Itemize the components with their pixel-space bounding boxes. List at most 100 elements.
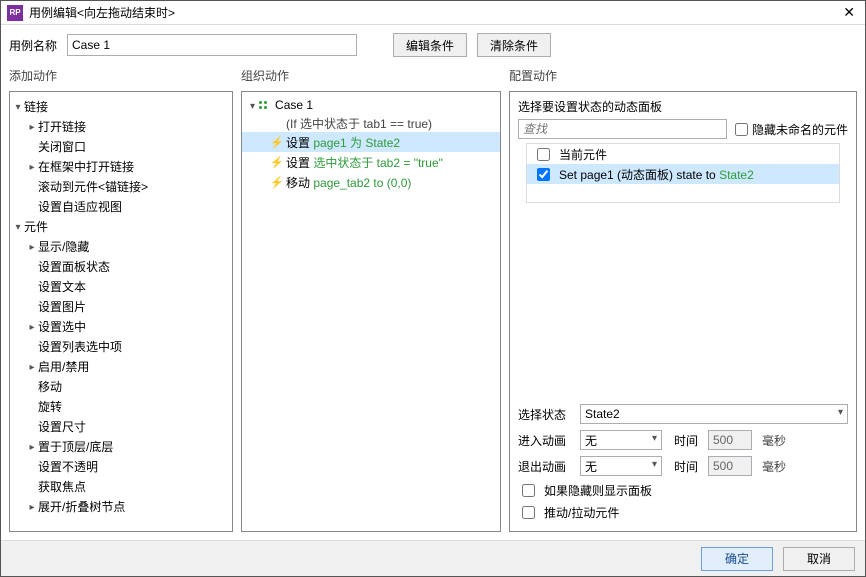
tree-item[interactable]: 设置不透明 — [12, 456, 230, 476]
hide-unnamed-checkbox[interactable]: 隐藏未命名的元件 — [735, 121, 848, 138]
tree-item-label: 置于顶层/底层 — [38, 438, 113, 455]
case-name: Case 1 — [275, 98, 313, 112]
tree-item[interactable]: 设置选中 — [12, 316, 230, 336]
tree-item-label: 打开链接 — [38, 118, 86, 135]
anim-in-time-input — [708, 430, 752, 450]
tree-item-label: 展开/折叠树节点 — [38, 498, 125, 515]
tree-item[interactable]: 展开/折叠树节点 — [12, 496, 230, 516]
tree-item[interactable]: 设置列表选中项 — [12, 336, 230, 356]
hide-unnamed-label: 隐藏未命名的元件 — [752, 121, 848, 138]
clear-conditions-button[interactable]: 清除条件 — [477, 33, 551, 57]
tree-item-label: 链接 — [24, 98, 48, 115]
anim-in-dropdown[interactable]: 无 — [580, 430, 662, 450]
ok-button[interactable]: 确定 — [701, 547, 773, 571]
case-icon — [259, 99, 271, 111]
caret-right-icon — [26, 239, 38, 253]
action-row[interactable]: 移动 page_tab2 to (0,0) — [242, 172, 500, 192]
cancel-button[interactable]: 取消 — [783, 547, 855, 571]
caret-right-icon — [26, 119, 38, 133]
tree-item-label: 设置选中 — [38, 318, 86, 335]
tree-item[interactable]: 设置面板状态 — [12, 256, 230, 276]
tree-item[interactable]: 启用/禁用 — [12, 356, 230, 376]
tree-item-label: 设置自适应视图 — [38, 198, 122, 215]
tree-item-label: 设置尺寸 — [38, 418, 86, 435]
select-state-label: 选择状态 — [518, 406, 570, 423]
anim-out-dropdown[interactable]: 无 — [580, 456, 662, 476]
time-label-in: 时间 — [672, 432, 698, 449]
tree-item[interactable]: 获取焦点 — [12, 476, 230, 496]
tree-item[interactable]: 链接 — [12, 96, 230, 116]
target-checkbox[interactable] — [537, 168, 550, 181]
tree-item[interactable]: 滚动到元件<锚链接> — [12, 176, 230, 196]
lightning-icon — [270, 135, 280, 149]
select-state-value: State2 — [585, 407, 620, 421]
tree-item-label: 获取焦点 — [38, 478, 86, 495]
case-name-row: 用例名称 编辑条件 清除条件 — [9, 33, 857, 57]
target-list[interactable]: 当前元件Set page1 (动态面板) state to State2 — [526, 143, 840, 203]
tree-item[interactable]: 关闭窗口 — [12, 136, 230, 156]
tree-item-label: 设置图片 — [38, 298, 86, 315]
action-text: 设置 选中状态于 tab2 = "true" — [286, 154, 443, 171]
push-pull-checkbox[interactable] — [522, 506, 535, 519]
tree-item[interactable]: 设置尺寸 — [12, 416, 230, 436]
tree-item-label: 设置不透明 — [38, 458, 98, 475]
tree-item[interactable]: 设置文本 — [12, 276, 230, 296]
case-actions-list: Case 1 (If 选中状态于 tab1 == true) 设置 page1 … — [242, 92, 500, 531]
search-input[interactable] — [518, 119, 727, 139]
tree-item[interactable]: 元件 — [12, 216, 230, 236]
add-actions-header: 添加动作 — [9, 67, 233, 87]
caret-down-icon — [12, 219, 24, 233]
close-icon[interactable]: ✕ — [839, 4, 859, 21]
tree-item-label: 元件 — [24, 218, 48, 235]
caret-right-icon — [26, 359, 38, 373]
tree-item-label: 关闭窗口 — [38, 138, 86, 155]
tree-item[interactable]: 设置自适应视图 — [12, 196, 230, 216]
caret-right-icon — [26, 159, 38, 173]
tree-item[interactable]: 打开链接 — [12, 116, 230, 136]
dialog-footer: 确定 取消 — [1, 540, 865, 576]
time-unit-out: 毫秒 — [762, 458, 786, 475]
window-title: 用例编辑<向左拖动结束时> — [29, 4, 839, 21]
target-label: 当前元件 — [559, 146, 607, 163]
target-row[interactable]: 当前元件 — [527, 144, 839, 164]
caret-right-icon — [26, 439, 38, 453]
anim-out-time-input — [708, 456, 752, 476]
tree-item-label: 显示/隐藏 — [38, 238, 89, 255]
lightning-icon — [270, 175, 280, 189]
tree-item[interactable]: 在框架中打开链接 — [12, 156, 230, 176]
action-text: 移动 page_tab2 to (0,0) — [286, 174, 411, 191]
time-label-out: 时间 — [672, 458, 698, 475]
select-state-dropdown[interactable]: State2 — [580, 404, 848, 424]
target-checkbox[interactable] — [537, 148, 550, 161]
target-row[interactable]: Set page1 (动态面板) state to State2 — [527, 164, 839, 184]
case-name-label: 用例名称 — [9, 37, 57, 54]
tree-item-label: 移动 — [38, 378, 62, 395]
app-logo: RP — [7, 5, 23, 21]
tree-item[interactable]: 显示/隐藏 — [12, 236, 230, 256]
action-row[interactable]: 设置 page1 为 State2 — [242, 132, 500, 152]
tree-item[interactable]: 设置图片 — [12, 296, 230, 316]
organize-actions-header: 组织动作 — [241, 67, 501, 87]
tree-item-label: 设置面板状态 — [38, 258, 110, 275]
tree-item[interactable]: 旋转 — [12, 396, 230, 416]
tree-item-label: 启用/禁用 — [38, 358, 89, 375]
caret-right-icon — [26, 319, 38, 333]
tree-item-label: 设置列表选中项 — [38, 338, 122, 355]
action-row[interactable]: 设置 选中状态于 tab2 = "true" — [242, 152, 500, 172]
tree-item-label: 旋转 — [38, 398, 62, 415]
edit-conditions-button[interactable]: 编辑条件 — [393, 33, 467, 57]
tree-item-label: 设置文本 — [38, 278, 86, 295]
actions-tree[interactable]: 链接打开链接关闭窗口在框架中打开链接滚动到元件<锚链接> 设置自适应视图元件显示/… — [10, 92, 232, 531]
caret-down-icon — [12, 99, 24, 113]
show-if-hidden-checkbox[interactable] — [522, 484, 535, 497]
action-text: 设置 page1 为 State2 — [286, 134, 400, 151]
anim-in-label: 进入动画 — [518, 432, 570, 449]
case-node[interactable]: Case 1 — [242, 96, 500, 114]
caret-down-icon — [250, 98, 255, 112]
case-condition: (If 选中状态于 tab1 == true) — [242, 114, 500, 132]
configure-actions-header: 配置动作 — [509, 67, 857, 87]
case-name-input[interactable] — [67, 34, 357, 56]
tree-item[interactable]: 置于顶层/底层 — [12, 436, 230, 456]
tree-item[interactable]: 移动 — [12, 376, 230, 396]
tree-item-label: 在框架中打开链接 — [38, 158, 134, 175]
